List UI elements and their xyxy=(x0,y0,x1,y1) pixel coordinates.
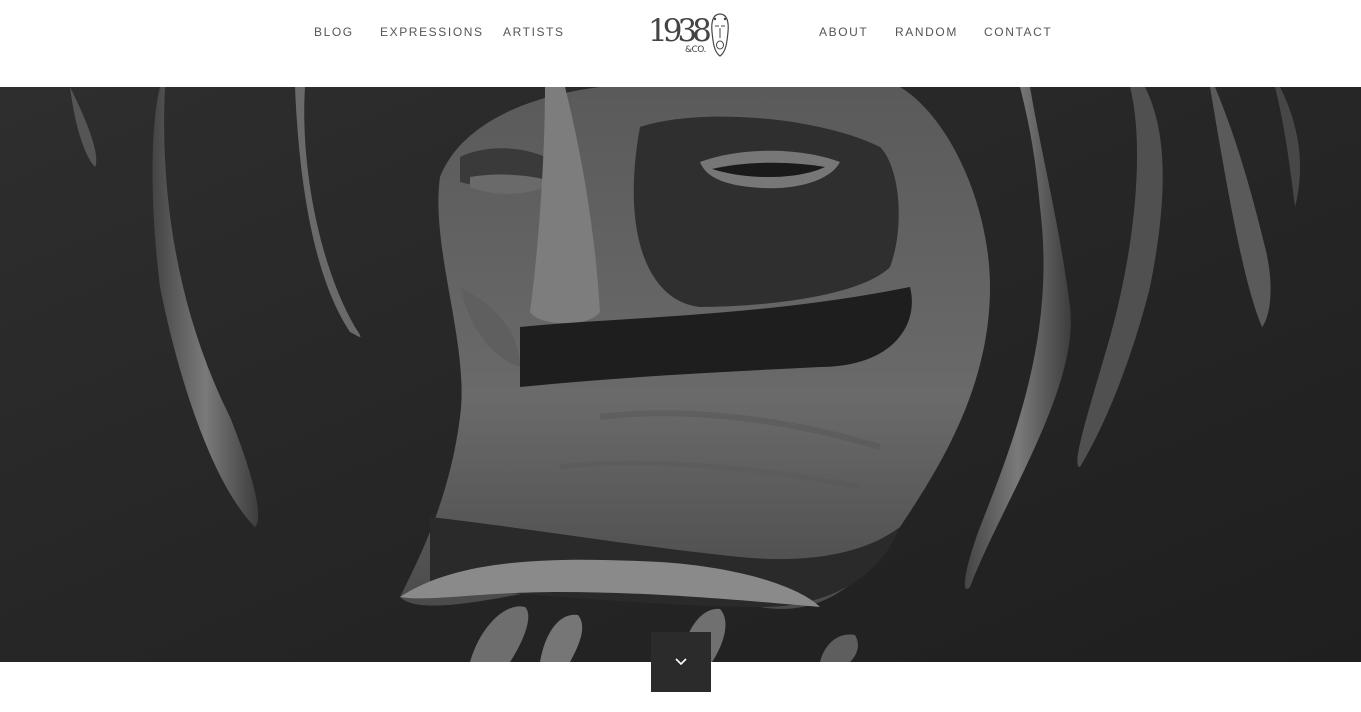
mask-drawing xyxy=(0,87,1361,662)
nav-link-random[interactable]: RANDOM xyxy=(895,25,958,39)
nav-link-artists[interactable]: ARTISTS xyxy=(503,25,565,39)
site-header: BLOG EXPRESSIONS ARTISTS 1938 &CO. ABOUT… xyxy=(0,0,1361,87)
scroll-down-button[interactable] xyxy=(651,632,711,692)
hero-image xyxy=(0,87,1361,662)
logo-number: 1938 xyxy=(648,13,712,49)
mask-icon xyxy=(711,13,729,57)
nav-link-about[interactable]: ABOUT xyxy=(819,25,868,39)
nav-link-contact[interactable]: CONTACT xyxy=(984,25,1052,39)
nav-link-expressions[interactable]: EXPRESSIONS xyxy=(380,25,484,39)
nav-link-blog[interactable]: BLOG xyxy=(314,25,354,39)
logo-suffix: &CO. xyxy=(685,45,706,55)
site-logo[interactable]: 1938 &CO. xyxy=(648,12,732,60)
chevron-down-icon xyxy=(675,658,687,666)
